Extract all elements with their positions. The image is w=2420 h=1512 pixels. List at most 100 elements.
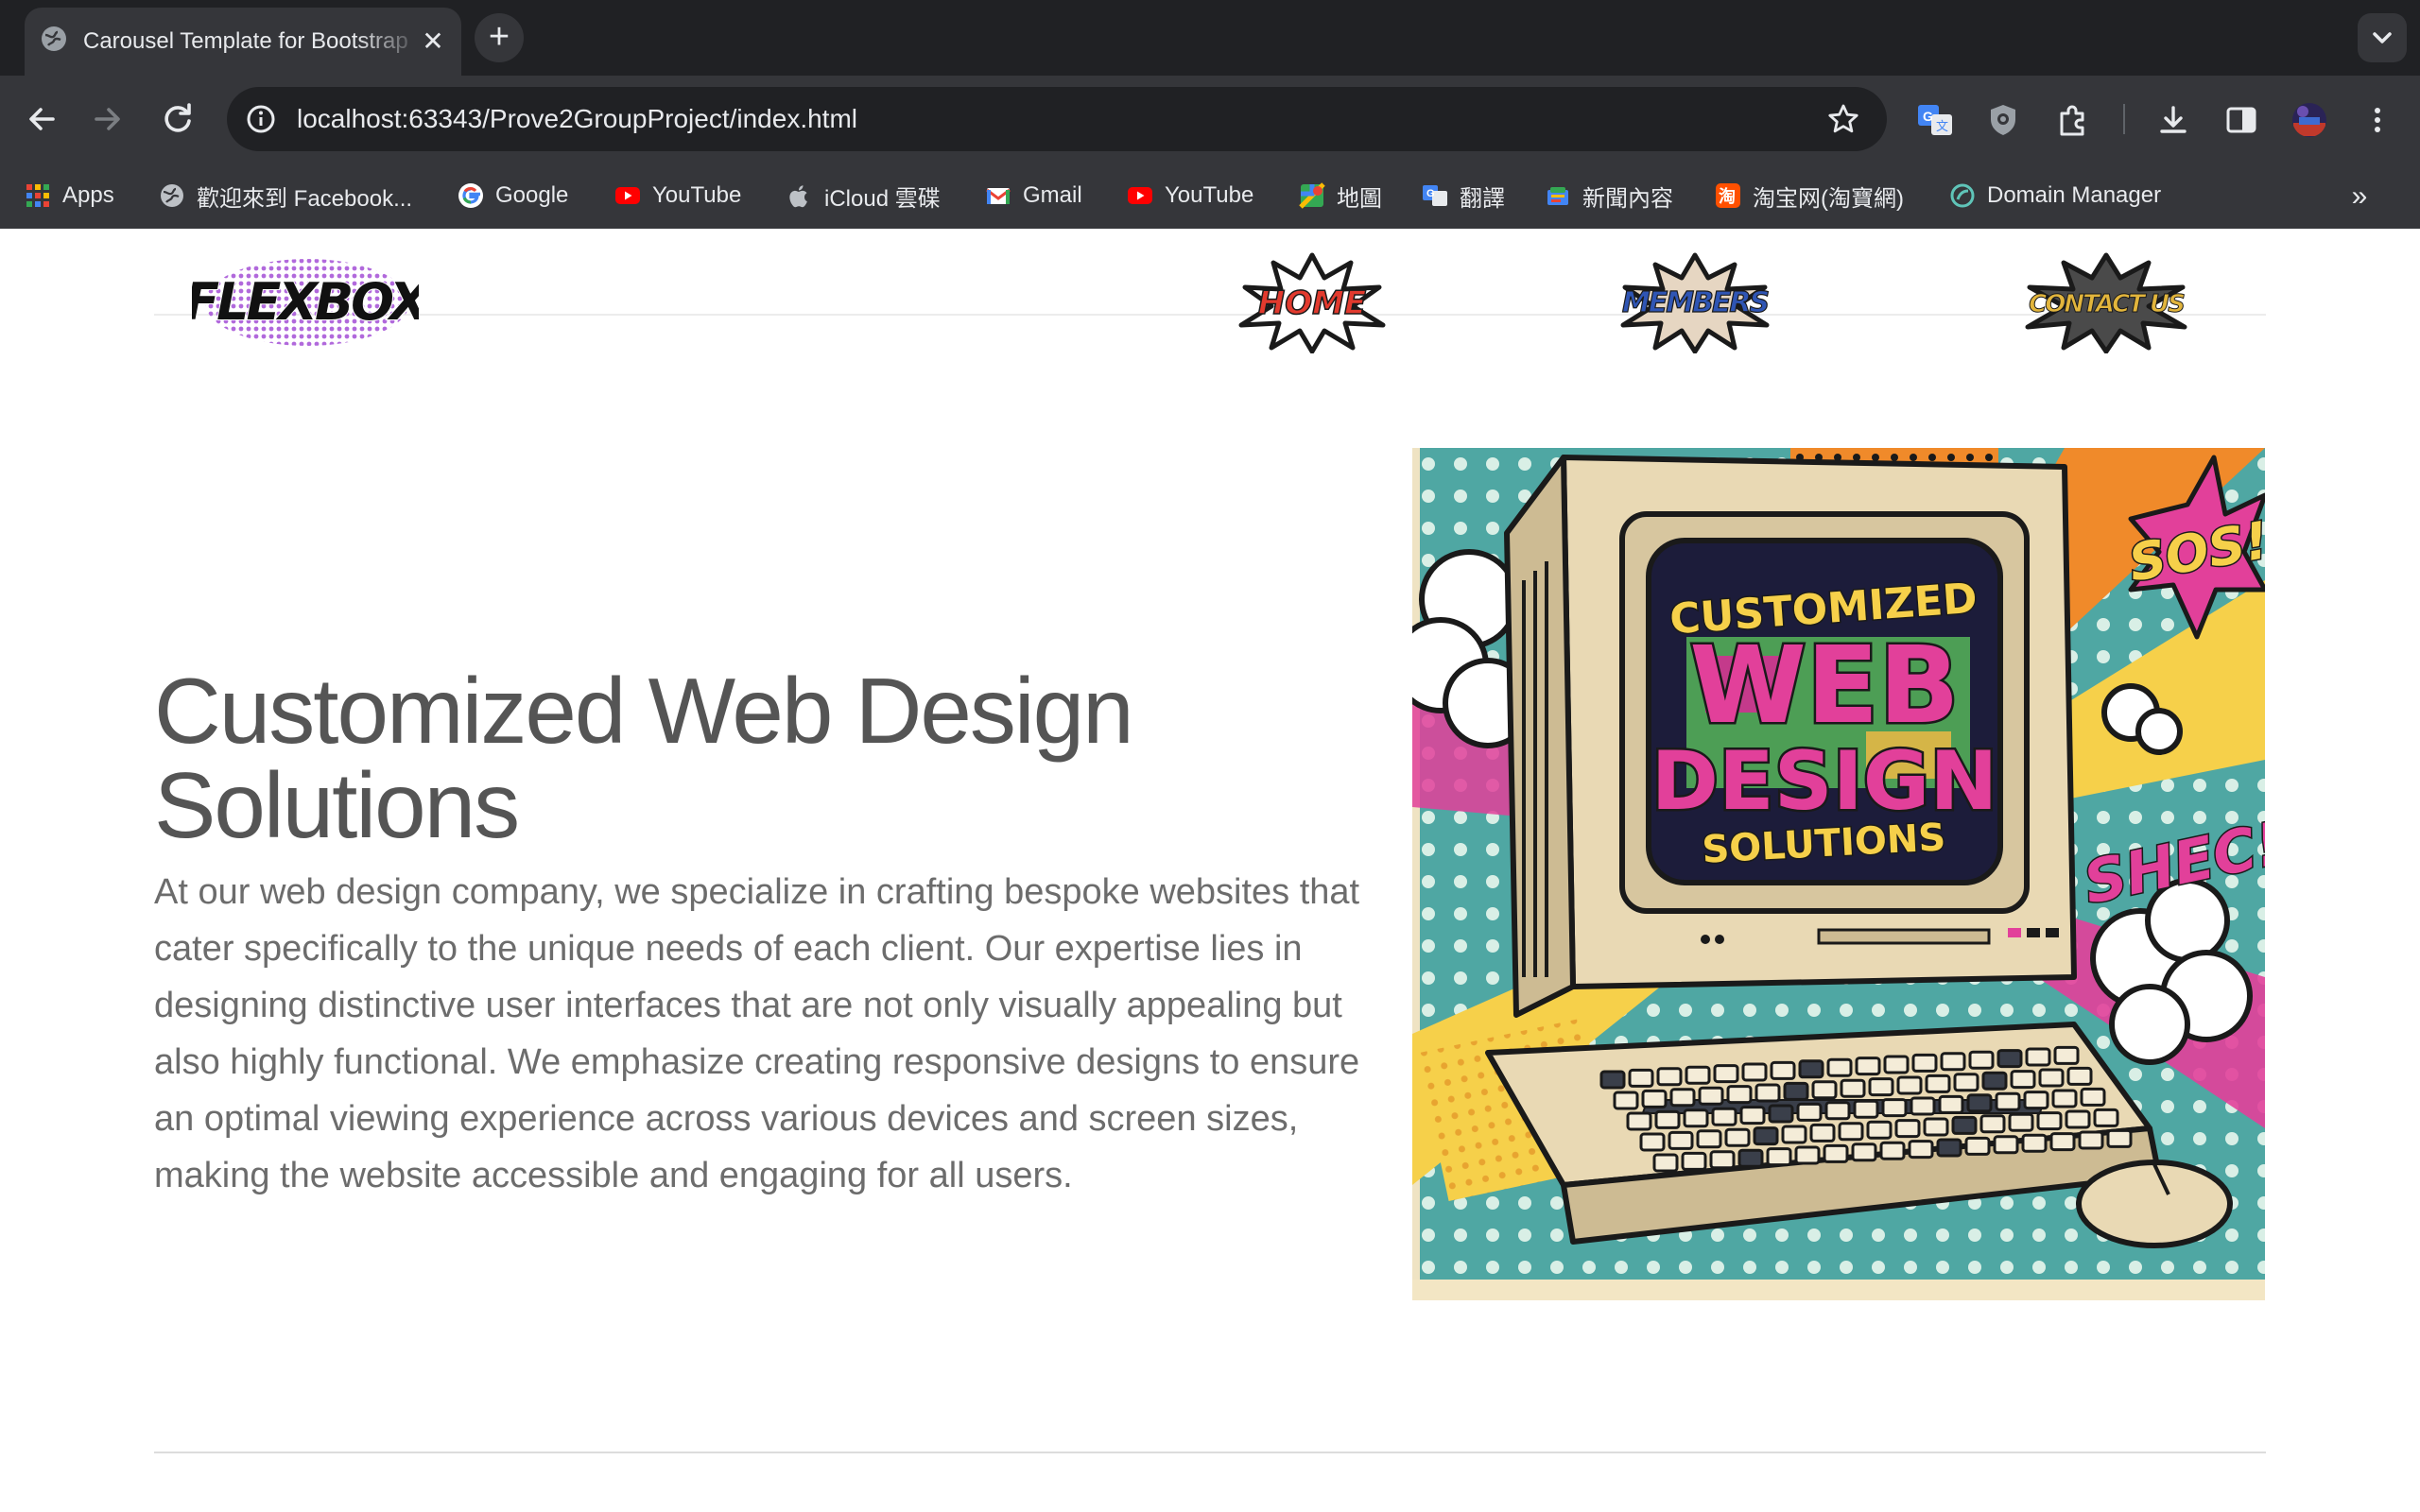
svg-text:MEMBERS: MEMBERS: [1622, 286, 1769, 319]
translate-icon: G: [1423, 185, 1447, 206]
nav-members[interactable]: MEMBERS: [1610, 249, 1780, 353]
keyboard-key: [1824, 1101, 1851, 1121]
google-translate-icon[interactable]: G文: [1915, 100, 1955, 140]
bookmark-translate[interactable]: G 翻譯: [1422, 178, 1505, 214]
bookmark-google[interactable]: Google: [458, 178, 568, 214]
site-info-icon[interactable]: [244, 102, 278, 136]
section-divider: [154, 1452, 2266, 1453]
youtube-icon: [615, 187, 640, 204]
hero-description: At our web design company, we specialize…: [154, 872, 1360, 1195]
bookmark-label: iCloud 雲碟: [824, 185, 941, 212]
gmail-icon: [986, 188, 1011, 204]
keyboard-key: [1881, 1098, 1908, 1118]
keyboard-key: [1656, 1067, 1683, 1087]
keyboard-key: [1741, 1062, 1768, 1082]
bookmark-star-icon[interactable]: [1826, 102, 1860, 136]
keyboard-key: [1855, 1057, 1881, 1076]
domain-manager-icon: [1950, 183, 1975, 208]
svg-text:G: G: [1923, 109, 1933, 124]
more-menu-icon[interactable]: [2358, 100, 2397, 140]
tab-active[interactable]: Carousel Template for Bootstrap ✕: [25, 8, 461, 76]
header-divider: [154, 314, 2266, 316]
keyboard-key: [1685, 1065, 1711, 1085]
new-tab-button[interactable]: +: [475, 13, 524, 62]
bookmark-label: Google: [495, 182, 569, 208]
bookmark-label: Domain Manager: [1987, 182, 2162, 208]
web-page: FLEXBOX HOME MEMBERS CONTACT US Customiz…: [0, 229, 2420, 1512]
keyboard-key: [1668, 1130, 1694, 1150]
extensions-puzzle-icon[interactable]: [2053, 100, 2093, 140]
keyboard-key: [1923, 1117, 1949, 1137]
keyboard-key: [1966, 1093, 1993, 1113]
bookmark-label: Apps: [62, 182, 114, 208]
keyboard-key: [2093, 1108, 2119, 1127]
bookmark-gmail[interactable]: Gmail: [985, 178, 1082, 214]
keyboard-key: [1796, 1102, 1823, 1122]
side-panel-icon[interactable]: [2221, 100, 2261, 140]
keyboard-key: [1683, 1108, 1709, 1128]
keyboard-key: [1938, 1094, 1964, 1114]
globe-icon: [161, 184, 183, 207]
keyboard-key: [1868, 1077, 1894, 1097]
download-icon[interactable]: [2153, 100, 2193, 140]
bookmark-label: 新聞內容: [1582, 185, 1673, 212]
address-bar[interactable]: localhost:63343/Prove2GroupProject/index…: [227, 87, 1887, 151]
flexbox-logo[interactable]: FLEXBOX: [192, 249, 419, 353]
google-icon: [458, 183, 483, 208]
bookmark-label: 翻譯: [1460, 185, 1505, 212]
shield-extension-icon[interactable]: [1983, 100, 2023, 140]
bookmark-youtube-2[interactable]: YouTube: [1127, 178, 1253, 214]
keyboard-key: [1925, 1074, 1951, 1093]
keyboard-key: [1628, 1068, 1654, 1088]
bookmark-facebook[interactable]: 歡迎來到 Facebook...: [159, 178, 412, 214]
keyboard-key: [1993, 1135, 2019, 1155]
keyboard-key: [1753, 1126, 1779, 1146]
keyboard-key: [1896, 1075, 1923, 1095]
browser-chrome: Carousel Template for Bootstrap ✕ + loca…: [0, 0, 2420, 229]
globe-icon: [42, 26, 66, 51]
hero-heading: Customized Web Design Solutions: [154, 659, 1134, 857]
keyboard-key: [1826, 1057, 1853, 1077]
bookmark-maps[interactable]: 地圖: [1299, 178, 1382, 214]
keyboard-key: [1811, 1080, 1838, 1100]
bookmark-label: 歡迎來到 Facebook...: [197, 185, 413, 212]
reload-icon[interactable]: [155, 96, 200, 142]
tab-search-button[interactable]: [2358, 13, 2407, 62]
svg-text:淘: 淘: [1719, 186, 1736, 207]
keyboard-key: [2021, 1133, 2048, 1153]
keyboard-key: [1754, 1083, 1781, 1103]
bookmarks-overflow-icon[interactable]: »: [2341, 178, 2378, 215]
keyboard-key: [1910, 1096, 1936, 1116]
svg-text:G: G: [1426, 188, 1435, 199]
bookmark-icloud[interactable]: iCloud 雲碟: [786, 178, 941, 214]
keyboard-key: [2106, 1128, 2133, 1148]
nav-contact-us[interactable]: CONTACT US: [2016, 249, 2196, 353]
bookmark-youtube[interactable]: YouTube: [614, 178, 741, 214]
nav-home[interactable]: HOME: [1232, 249, 1392, 353]
keyboard-key: [1853, 1099, 1879, 1119]
back-arrow-icon[interactable]: [19, 96, 64, 142]
keyboard-key: [1951, 1115, 1978, 1135]
keyboard-key: [1783, 1081, 1809, 1101]
keyboard-key: [1996, 1049, 2023, 1069]
keyboard-key: [1879, 1141, 1906, 1160]
forward-arrow-icon[interactable]: [85, 96, 130, 142]
keyboard-key: [1995, 1091, 2021, 1111]
bookmark-apps[interactable]: Apps: [25, 178, 114, 214]
keyboard-key: [1911, 1053, 1938, 1073]
youtube-icon: [1128, 187, 1152, 204]
keyboard-key: [1726, 1085, 1753, 1105]
keyboard-key: [1696, 1129, 1722, 1149]
taobao-icon: 淘: [1716, 183, 1740, 208]
url-text[interactable]: localhost:63343/Prove2GroupProject/index…: [297, 100, 857, 138]
keyboard-key: [1681, 1151, 1707, 1171]
keyboard-key: [1737, 1148, 1764, 1168]
bookmark-domain-manager[interactable]: Domain Manager: [1949, 178, 2161, 214]
bookmark-taobao[interactable]: 淘 淘宝网(淘寶網): [1715, 178, 1904, 214]
keyboard-key: [2049, 1132, 2076, 1152]
bookmark-news[interactable]: 新聞內容: [1545, 178, 1673, 214]
keyboard-key: [1883, 1055, 1910, 1074]
keyboard-key: [2025, 1047, 2051, 1067]
tab-close-icon[interactable]: ✕: [418, 26, 448, 57]
profile-avatar-icon[interactable]: [2290, 100, 2329, 140]
